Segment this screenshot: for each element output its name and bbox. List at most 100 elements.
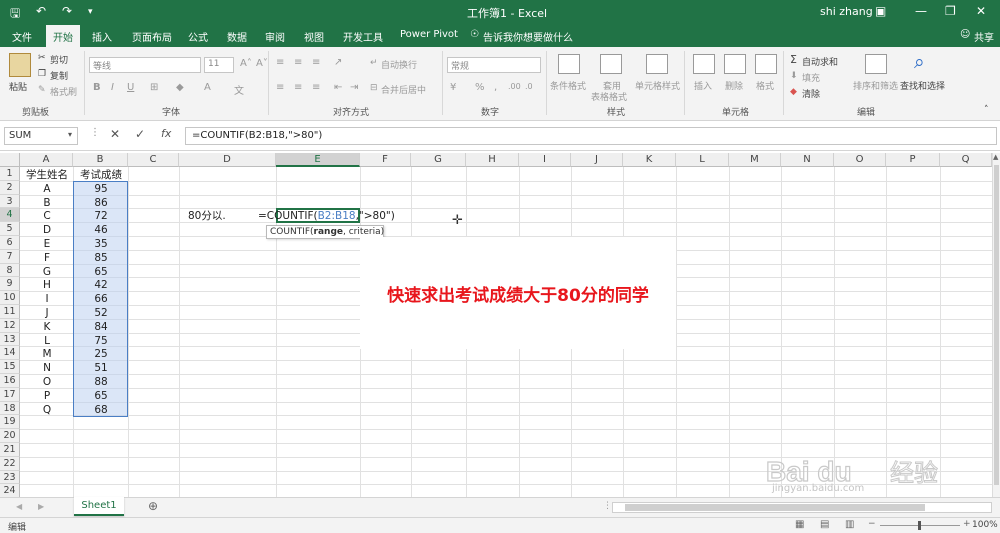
scroll-thumb[interactable] [994,165,999,485]
student-name-cell[interactable]: K [21,320,73,334]
save-icon[interactable]: 🖫 [10,4,20,25]
row-header-19[interactable]: 19 [0,415,20,430]
format-as-table-line2[interactable]: 表格格式 [591,90,627,103]
name-box-dropdown-icon[interactable]: ▾ [68,130,72,139]
student-score-cell[interactable]: 95 [74,182,128,196]
normal-view-icon[interactable]: ▦ [795,519,804,530]
student-name-cell[interactable]: J [21,306,73,320]
tab-insert[interactable]: 插入 [92,29,112,44]
horizontal-scrollbar[interactable] [612,502,992,513]
student-score-cell[interactable]: 75 [74,334,128,348]
student-score-cell[interactable]: 86 [74,196,128,210]
format-painter-icon[interactable]: ✎ [38,85,46,95]
student-score-cell[interactable]: 35 [74,237,128,251]
zoom-in-icon[interactable]: + [963,519,971,529]
format-painter-button[interactable]: 格式刷 [50,85,77,98]
conditional-format-button[interactable]: 条件格式 [550,79,586,92]
fill-icon[interactable]: ⬇ [790,71,798,81]
student-name-cell[interactable]: A [21,182,73,196]
student-score-cell[interactable]: 84 [74,320,128,334]
column-header-q[interactable]: Q [940,153,992,167]
zoom-level[interactable]: 100% [972,520,998,530]
paste-icon[interactable] [9,53,31,77]
clear-button[interactable]: 清除 [802,87,820,100]
student-score-cell[interactable]: 42 [74,278,128,292]
student-score-cell[interactable]: 66 [74,292,128,306]
row-header-3[interactable]: 3 [0,194,20,209]
prev-sheet-icon[interactable]: ◀ [16,502,22,511]
column-header-p[interactable]: P [886,153,940,167]
increase-font-icon[interactable]: A˄ [240,58,252,69]
tab-page-layout[interactable]: 页面布局 [132,29,172,44]
tab-file[interactable]: 文件 [12,29,32,44]
worksheet-grid[interactable]: ABCDEFGHIJKLMNOPQ 1 2 3 4 5 6 7 8 9 10 11 12 13 14 15 1… [0,153,992,497]
autosum-button[interactable]: 自动求和 [802,55,838,68]
student-name-cell[interactable]: N [21,361,73,375]
autosum-icon[interactable]: Σ [790,53,797,66]
e4-formula-cell[interactable]: =COUNTIF(B2:B18,">80") [258,209,395,223]
align-right-icon[interactable]: ≡ [312,82,320,93]
tab-developer[interactable]: 开发工具 [343,29,383,44]
insert-cells-button[interactable]: 插入 [694,79,712,92]
conditional-format-icon[interactable] [558,54,580,74]
tell-me-box[interactable]: 告诉我你想要做什么 [483,29,573,44]
italic-icon[interactable]: I [111,82,114,93]
row-header-21[interactable]: 21 [0,443,20,457]
name-box[interactable]: SUM [4,127,78,145]
row-header-17[interactable]: 17 [0,387,20,402]
fill-color-icon[interactable]: ◆ [176,82,184,93]
student-name-cell[interactable]: D [21,223,73,237]
header-score-cell[interactable]: 考试成绩 [74,168,128,182]
merge-center-icon[interactable]: ⊟ [370,83,378,93]
cut-button[interactable]: 剪切 [50,53,68,66]
student-name-cell[interactable]: P [21,389,73,403]
phonetic-icon[interactable]: 文 [234,82,244,97]
decrease-font-icon[interactable]: A˅ [256,58,268,69]
border-icon[interactable]: ⊞ [150,82,158,93]
row-header-8[interactable]: 8 [0,263,20,278]
redo-icon[interactable]: ↷ [62,4,72,18]
align-middle-icon[interactable]: ≡ [294,57,302,68]
student-score-cell[interactable]: 25 [74,347,128,361]
d4-label-cell[interactable]: 80分以. [188,209,226,223]
font-size-box[interactable]: 11 [204,57,234,73]
column-header-j[interactable]: J [571,153,623,167]
column-header-h[interactable]: H [466,153,519,167]
column-header-f[interactable]: F [360,153,411,167]
format-cells-button[interactable]: 格式 [756,79,774,92]
student-name-cell[interactable]: E [21,237,73,251]
student-name-cell[interactable]: L [21,334,73,348]
new-sheet-icon[interactable]: ⊕ [148,499,158,513]
bold-icon[interactable]: B [93,82,101,93]
decrease-decimal-icon[interactable]: .0 [525,82,533,91]
outdent-icon[interactable]: ⇥ [350,82,358,93]
student-name-cell[interactable]: M [21,347,73,361]
format-as-table-icon[interactable] [600,54,622,74]
font-name-box[interactable]: 等线 [89,57,201,73]
row-header-4[interactable]: 4 [0,208,20,223]
student-score-cell[interactable]: 65 [74,389,128,403]
indent-icon[interactable]: ⇤ [334,82,342,93]
sort-filter-button[interactable]: 排序和筛选 [853,79,898,92]
formula-input[interactable]: =COUNTIF(B2:B18,">80") [185,127,997,145]
tab-home[interactable]: 开始 [46,25,80,47]
close-icon[interactable]: ✕ [976,4,986,18]
column-header-o[interactable]: O [834,153,886,167]
merge-center-button[interactable]: 合并后居中 [381,83,426,96]
zoom-slider-thumb[interactable] [918,521,921,530]
student-name-cell[interactable]: B [21,196,73,210]
row-header-14[interactable]: 14 [0,346,20,361]
student-score-cell[interactable]: 65 [74,265,128,279]
align-bottom-icon[interactable]: ≡ [312,57,320,68]
align-center-icon[interactable]: ≡ [294,82,302,93]
student-score-cell[interactable]: 46 [74,223,128,237]
row-header-7[interactable]: 7 [0,249,20,264]
column-header-e[interactable]: E [276,153,360,167]
align-top-icon[interactable]: ≡ [276,57,284,68]
row-header-13[interactable]: 13 [0,332,20,347]
student-name-cell[interactable]: F [21,251,73,265]
student-name-cell[interactable]: Q [21,403,73,417]
column-header-d[interactable]: D [179,153,276,167]
row-header-20[interactable]: 20 [0,429,20,443]
copy-icon[interactable]: ❐ [38,69,46,79]
